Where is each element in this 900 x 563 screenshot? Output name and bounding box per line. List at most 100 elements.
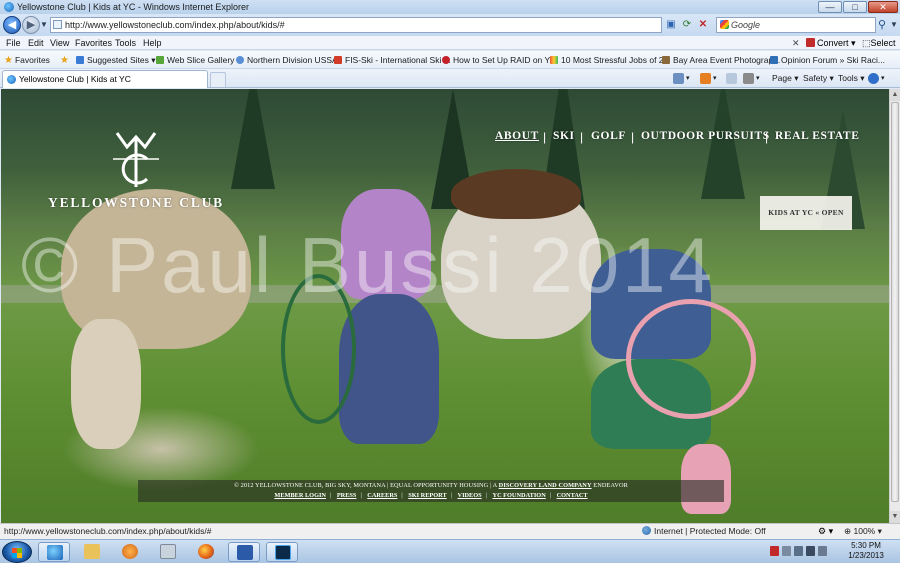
address-bar[interactable]: http://www.yellowstoneclub.com/index.php… [50,17,662,33]
search-options-dropdown-icon[interactable]: ▼ [890,20,898,29]
discovery-land-company-link[interactable]: DISCOVERY LAND COMPANY [499,482,592,489]
photo-icon [662,56,670,64]
menu-help[interactable]: Help [143,36,162,50]
nav-outdoor-pursuits[interactable]: OUTDOOR PURSUITS [641,130,770,142]
compatibility-view-icon[interactable]: ▣ [664,17,678,33]
favorite-opinion-forum[interactable]: Opinion Forum » Ski Raci... [770,51,885,69]
footer-link-member-login[interactable]: MEMBER LOGIN [274,492,326,499]
read-mail-icon[interactable] [726,73,737,84]
tray-app-icon[interactable] [782,546,791,556]
pdf-convert-icon [806,38,815,47]
page-icon [53,20,62,29]
menu-favorites[interactable]: Favorites [75,36,112,50]
search-placeholder: Google [731,20,761,30]
zoom-level[interactable]: ⊕ 100% ▾ [844,524,882,539]
footer-links: MEMBER LOGIN | PRESS | CAREERS | SKI REPORT… [274,492,588,499]
minimize-button[interactable]: — [818,1,842,13]
media-player-icon [122,544,138,559]
footer-link-careers[interactable]: CAREERS [367,492,397,499]
taskbar-explorer[interactable] [76,542,108,562]
antivirus-icon[interactable] [770,546,779,556]
convert-button[interactable]: Convert ▾ [806,36,856,50]
tab-yellowstone-club[interactable]: Yellowstone Club | Kids at YC [2,70,208,88]
start-button[interactable] [2,541,32,563]
forward-button[interactable]: ▶ [22,16,40,34]
flag-icon[interactable] [818,546,827,556]
security-zone[interactable]: Internet | Protected Mode: Off [642,524,766,539]
favorite-web-slice-gallery[interactable]: Web Slice Gallery ▾ [156,51,241,69]
pink-rope [626,299,756,419]
network-icon[interactable] [794,546,803,556]
nav-ski[interactable]: SKI [553,130,575,142]
favorite-stressful-jobs[interactable]: 10 Most Stressful Jobs of 2... [550,51,671,69]
scroll-thumb[interactable] [891,102,899,502]
search-input[interactable]: Google [716,17,876,33]
windows-taskbar: 5:30 PM 1/23/2013 [0,539,900,563]
system-clock[interactable]: 5:30 PM 1/23/2013 [838,541,894,561]
tab-title: Yellowstone Club | Kids at YC [19,74,131,84]
taskbar-media-player[interactable] [114,542,146,562]
scroll-down-arrow-icon[interactable]: ▼ [890,511,900,523]
news-icon [550,56,558,64]
footer-link-contact[interactable]: CONTACT [557,492,588,499]
add-favorite-icon[interactable]: ★ [60,51,71,70]
tools-menu[interactable]: Tools ▾ [838,69,864,88]
taskbar-calculator[interactable] [152,542,184,562]
nav-real-estate[interactable]: REAL ESTATE [775,130,859,142]
help-icon[interactable] [868,73,879,84]
select-button[interactable]: ⬚Select [862,36,896,50]
firefox-icon [198,544,214,559]
favorite-fis-ski[interactable]: FIS-Ski - International Ski ... [334,51,451,69]
footer-copyright: © 2012 YELLOWSTONE CLUB, BIG SKY, MONTAN… [234,482,628,489]
stop-icon[interactable]: ✕ [696,17,710,33]
volume-icon[interactable] [806,546,815,556]
safety-menu[interactable]: Safety ▾ [803,69,834,88]
favorite-suggested-sites[interactable]: Suggested Sites ▾ [76,51,156,69]
recent-pages-dropdown-icon[interactable]: ▼ [40,20,48,29]
footer-link-videos[interactable]: VIDEOS [458,492,482,499]
feeds-icon[interactable] [700,73,711,84]
menu-file[interactable]: File [6,36,21,50]
windows-logo-icon [12,548,22,558]
footer-link-ski-report[interactable]: SKI REPORT [408,492,446,499]
address-url: http://www.yellowstoneclub.com/index.php… [65,20,285,30]
page-menu[interactable]: Page ▾ [772,69,799,88]
scroll-up-arrow-icon[interactable]: ▲ [890,89,900,101]
copyright-watermark: © Paul Bussi 2014 [21,221,715,309]
favorites-button[interactable]: ★ Favorites [4,51,50,70]
close-window-button[interactable]: ✕ [868,1,898,13]
word-icon [237,545,253,560]
favorite-bay-area-photo[interactable]: Bay Area Event Photograp... [662,51,780,69]
favorite-northern-division[interactable]: Northern Division USSA [236,51,338,69]
new-tab-button[interactable] [210,72,226,87]
search-icon[interactable]: ⚲ [878,18,886,31]
nav-about[interactable]: ABOUT [495,130,539,142]
nav-golf[interactable]: GOLF [591,130,626,142]
taskbar-firefox[interactable] [190,542,222,562]
site-footer: © 2012 YELLOWSTONE CLUB, BIG SKY, MONTAN… [138,480,724,502]
vertical-scrollbar[interactable]: ▲ ▼ [889,89,900,523]
taskbar-photoshop[interactable] [266,542,298,562]
home-icon[interactable] [673,73,684,84]
protected-mode-icon[interactable]: ⚙ ▾ [818,524,833,539]
print-icon[interactable] [743,73,754,84]
menu-edit[interactable]: Edit [28,36,44,50]
webpage-content: YELLOWSTONE CLUB ABOUT | SKI | GOLF | OU… [1,89,889,523]
ie-icon [47,545,63,560]
maximize-button[interactable]: □ [843,1,867,13]
select-icon: ⬚ [862,38,871,48]
refresh-icon[interactable]: ⟳ [680,17,694,33]
menu-bar: File Edit View Favorites Tools Help ✕ Co… [0,36,900,50]
taskbar-word[interactable] [228,542,260,562]
favorite-raid-setup[interactable]: How to Set Up RAID on Y... [442,51,556,69]
girl-right-boot [681,444,731,514]
menu-view[interactable]: View [50,36,69,50]
pony-left-head [71,319,141,449]
taskbar-internet-explorer[interactable] [38,542,70,562]
close-toolbar-icon[interactable]: ✕ [792,36,800,50]
web-slice-icon [156,56,164,64]
footer-link-yc-foundation[interactable]: YC FOUNDATION [493,492,546,499]
back-button[interactable]: ◀ [3,16,21,34]
menu-tools[interactable]: Tools [115,36,136,50]
footer-link-press[interactable]: PRESS [337,492,357,499]
